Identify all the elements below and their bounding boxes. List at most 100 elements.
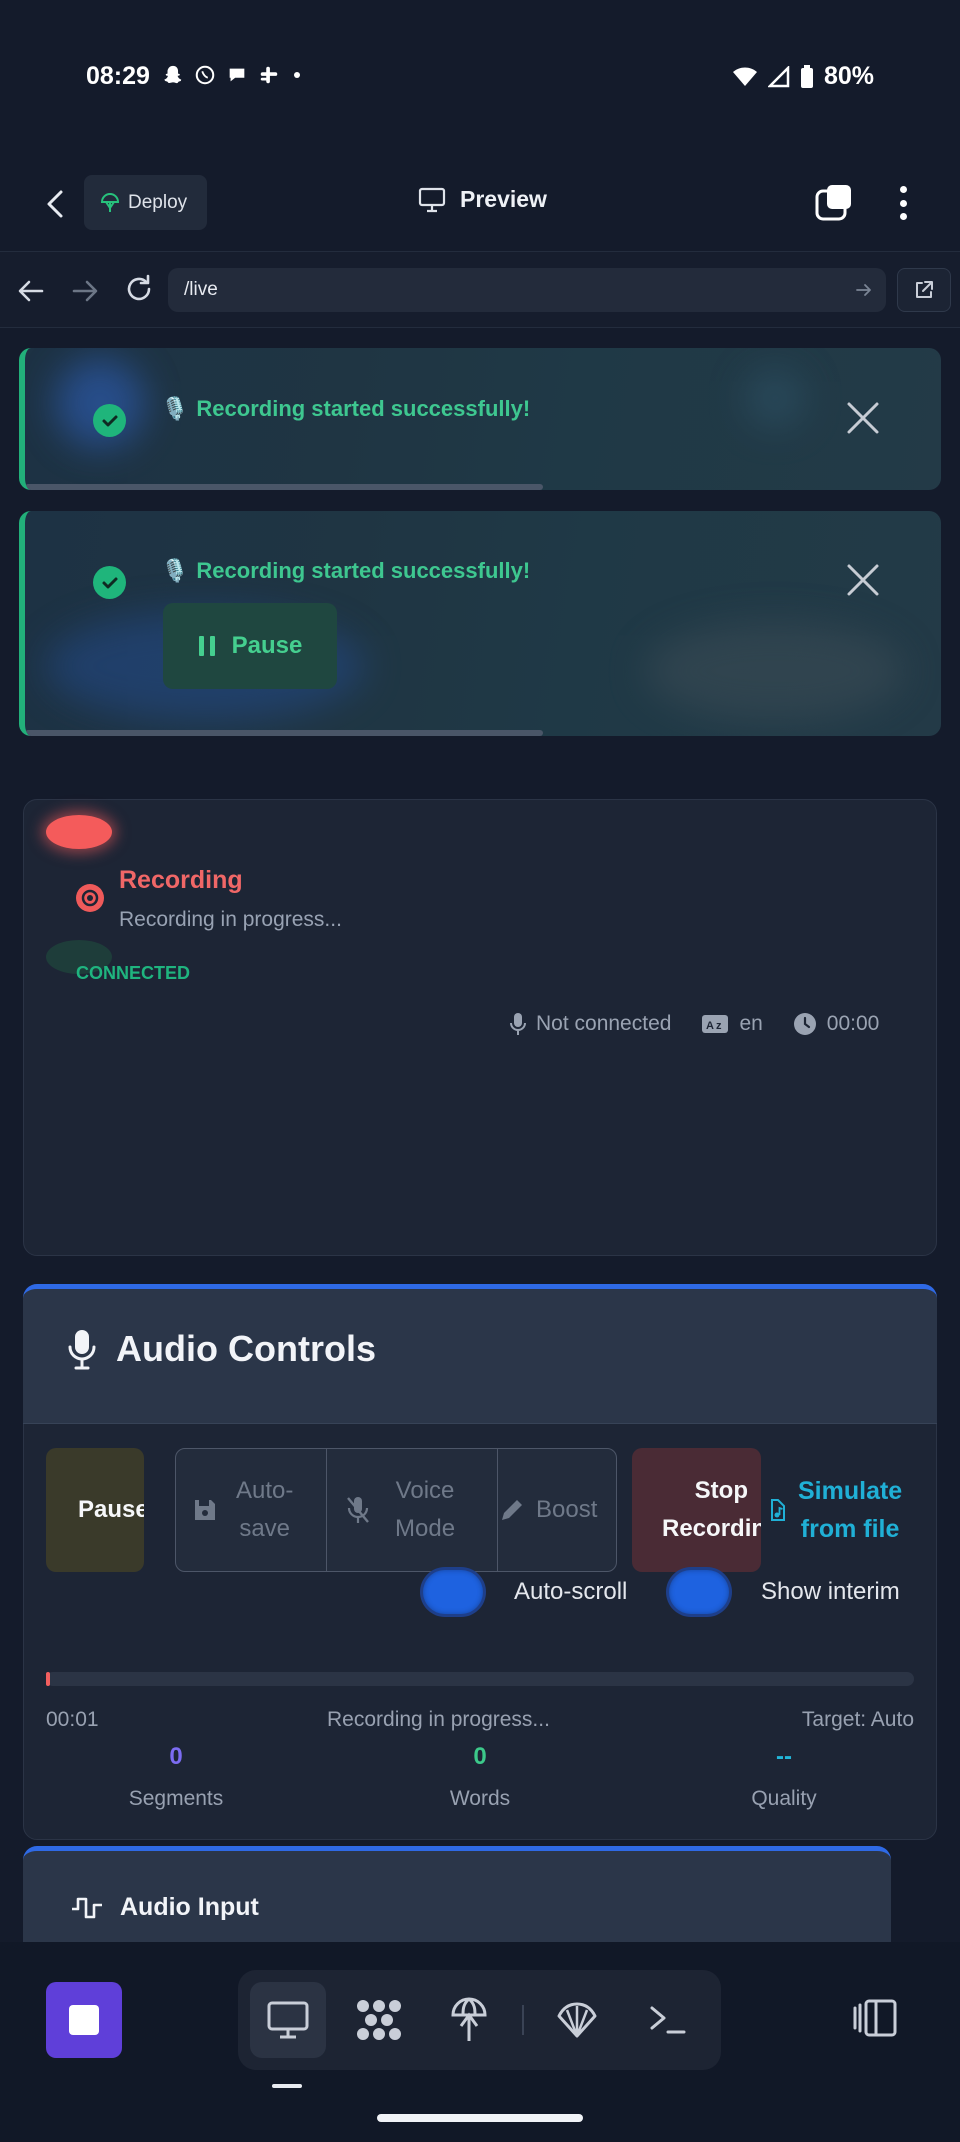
audio-input-title-text: Audio Input: [120, 1893, 259, 1921]
simulate-label-line1: Simulate: [798, 1477, 903, 1505]
deploy-icon: [100, 192, 120, 212]
timer-status: 00:00: [793, 1012, 880, 1036]
language-text: en: [739, 1012, 763, 1035]
more-dot: [899, 186, 907, 193]
wifi-icon: [732, 67, 757, 86]
toast-close-button[interactable]: [845, 562, 881, 598]
battery-icon: [800, 64, 813, 88]
timer-text: 00:00: [826, 1012, 880, 1035]
toast-close-button[interactable]: [845, 400, 881, 436]
monitor-icon: [418, 187, 446, 212]
browser-forward-button[interactable]: [68, 274, 102, 308]
toast-pause-button[interactable]: Pause: [163, 603, 337, 689]
signal-icon: [767, 65, 790, 87]
more-options-button[interactable]: [884, 180, 922, 226]
target-label: Target: Auto: [801, 1708, 914, 1731]
dock-deploy-button[interactable]: [432, 1982, 508, 2058]
svg-text:A: A: [706, 1020, 714, 1032]
voice-mode-label: Voice Mode: [395, 1472, 455, 1548]
deploy-button[interactable]: Deploy: [84, 175, 207, 230]
more-dot: [899, 213, 907, 220]
microphone-icon: [510, 1013, 526, 1035]
save-icon: [195, 1500, 215, 1520]
stop-recording-label: Stop Recording: [662, 1472, 761, 1548]
dock-preview-button[interactable]: [250, 1982, 326, 2058]
connection-status: CONNECTED: [76, 958, 190, 989]
url-input[interactable]: /live: [168, 268, 886, 312]
autosave-button[interactable]: Auto-save: [176, 1449, 327, 1571]
dock-components-button[interactable]: [341, 1982, 417, 2058]
clock-icon: [793, 1013, 816, 1035]
simulate-from-file-button[interactable]: Simulate from file: [770, 1448, 914, 1572]
open-external-button[interactable]: [897, 268, 951, 312]
pause-icon: [198, 636, 215, 656]
arrow-left-icon: [18, 280, 44, 302]
tabs-button[interactable]: [814, 182, 856, 224]
language-status: Az en: [701, 1012, 763, 1036]
toast-timer-bar: [25, 730, 543, 736]
recording-meta: Not connected Az en 00:00: [510, 1012, 879, 1036]
audio-input-title: Audio Input: [70, 1893, 259, 1922]
arrow-right-icon: [72, 280, 98, 302]
dock-shell-button[interactable]: [539, 1982, 615, 2058]
autoscroll-toggle[interactable]: [423, 1570, 483, 1614]
shell-icon: [557, 2002, 597, 2038]
stop-recording-button[interactable]: Stop Recording: [632, 1448, 761, 1572]
pause-recording-button[interactable]: Pause: [46, 1448, 144, 1572]
elapsed-time: 00:01: [46, 1708, 99, 1731]
back-button[interactable]: [34, 183, 76, 225]
dot-icon: [294, 72, 300, 78]
stat-label: Quality: [751, 1787, 817, 1810]
file-audio-icon: [771, 1499, 785, 1521]
monitor-icon: [267, 2001, 309, 2039]
browser-back-button[interactable]: [14, 274, 48, 308]
go-arrow-icon: [856, 284, 871, 296]
voice-mode-label-line1: Voice: [395, 1477, 455, 1504]
pause-label: Pause: [78, 1496, 144, 1523]
stat-value: 0: [169, 1743, 183, 1770]
show-interim-label: Show interim: [761, 1578, 900, 1605]
autosave-label: Auto-save: [236, 1472, 293, 1548]
stat-label: Segments: [128, 1787, 224, 1810]
mic-status: Not connected: [510, 1012, 671, 1036]
dock-terminal-button[interactable]: [630, 1982, 706, 2058]
more-dot: [899, 199, 907, 207]
notification-icons: [162, 64, 304, 86]
voice-mode-label-line2: Mode: [395, 1515, 456, 1542]
deploy-icon: [451, 1997, 487, 2041]
language-icon: Az: [702, 1015, 729, 1033]
voice-mode-button[interactable]: Voice Mode: [327, 1449, 498, 1571]
waveform-icon: [72, 1897, 102, 1918]
audio-controls-title-text: Audio Controls: [116, 1328, 376, 1369]
microphone-icon: [68, 1330, 96, 1370]
stat-words: 0 Words: [380, 1743, 580, 1811]
toast-notification: 🎙️ Recording started successfully!: [19, 348, 941, 490]
toast-glow: [645, 621, 905, 721]
success-check-icon: [93, 404, 126, 437]
stat-segments: 0 Segments: [76, 1743, 276, 1811]
stat-value: 0: [473, 1743, 487, 1770]
autoscroll-label: Auto-scroll: [514, 1578, 628, 1605]
simulate-label: Simulate from file: [798, 1472, 902, 1548]
status-time: 08:29: [86, 62, 150, 90]
terminal-icon: [650, 2006, 686, 2034]
dock-separator: [522, 2005, 525, 2035]
success-check-icon: [93, 566, 126, 599]
reload-button[interactable]: [122, 272, 156, 306]
recording-subtitle: Recording in progress...: [119, 908, 342, 931]
recording-progress-fill: [46, 1672, 50, 1686]
boost-button[interactable]: Boost: [498, 1449, 616, 1571]
active-tab-indicator: [272, 2084, 302, 2088]
stop-icon: [69, 2005, 99, 2035]
recording-options-group: Auto-save Voice Mode Boost: [175, 1448, 617, 1572]
toast-message-text: Recording started successfully!: [196, 558, 531, 583]
show-interim-toggle[interactable]: [669, 1570, 729, 1614]
panel-toggle-button[interactable]: [852, 1998, 898, 2038]
stop-button[interactable]: [46, 1982, 122, 2058]
svg-text:z: z: [716, 1020, 722, 1032]
progress-status: Recording in progress...: [327, 1708, 550, 1731]
simulate-label-line2: from file: [800, 1515, 900, 1543]
autosave-label-line2: save: [239, 1515, 291, 1542]
stat-value: --: [776, 1743, 792, 1770]
preview-title: Preview: [418, 186, 547, 213]
